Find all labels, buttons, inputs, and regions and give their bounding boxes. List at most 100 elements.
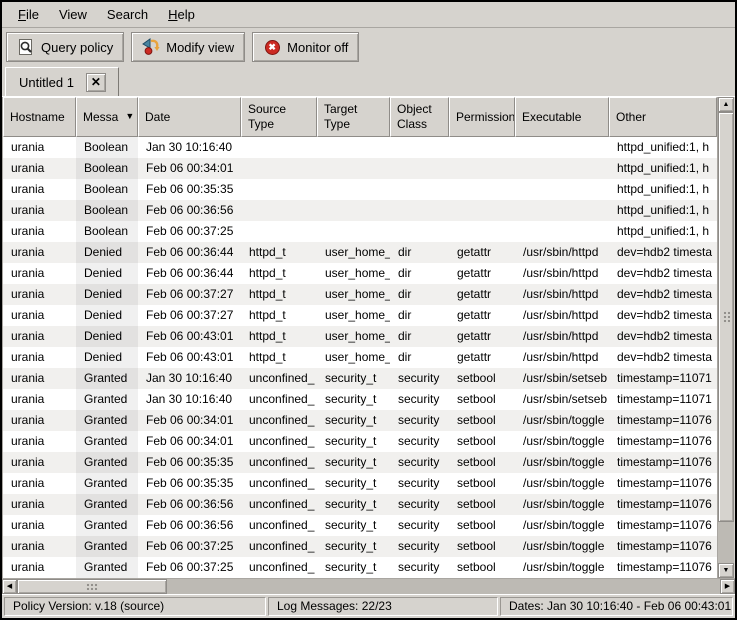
- table-row[interactable]: urania Denied Feb 06 00:37:27 httpd_t us…: [3, 284, 717, 305]
- log-view: Hostname Messa▼ Date Source Type Target …: [2, 97, 735, 578]
- monitor-off-button[interactable]: ✖ Monitor off: [252, 32, 359, 62]
- tab-untitled-1[interactable]: Untitled 1 ✕: [5, 67, 119, 96]
- scroll-up-button[interactable]: ▲: [718, 97, 734, 112]
- query-policy-button[interactable]: Query policy: [6, 32, 124, 62]
- vertical-scrollbar-thumb[interactable]: [718, 112, 734, 522]
- cell-date: Feb 06 00:37:25: [138, 557, 241, 578]
- column-header-message[interactable]: Messa▼: [76, 97, 138, 137]
- table-row[interactable]: urania Granted Feb 06 00:37:25 unconfine…: [3, 536, 717, 557]
- column-header-hostname[interactable]: Hostname: [3, 97, 76, 137]
- table-row[interactable]: urania Granted Jan 30 10:16:40 unconfine…: [3, 389, 717, 410]
- menu-view[interactable]: View: [49, 4, 97, 25]
- column-header-executable[interactable]: Executable: [515, 97, 609, 137]
- table-row[interactable]: urania Boolean Jan 30 10:16:40 httpd_uni…: [3, 137, 717, 158]
- cell-object-class: security: [390, 368, 449, 389]
- cell-other: httpd_unified:1, h: [609, 179, 717, 200]
- cell-other: dev=hdb2 timesta: [609, 347, 717, 368]
- cell-date: Feb 06 00:37:25: [138, 221, 241, 242]
- table-row[interactable]: urania Granted Feb 06 00:35:35 unconfine…: [3, 473, 717, 494]
- arrow-down-icon: ▼: [723, 567, 730, 574]
- toolbar: Query policy Modify view ✖ Monitor off: [2, 28, 735, 66]
- table-row[interactable]: urania Granted Feb 06 00:35:35 unconfine…: [3, 452, 717, 473]
- cell-date: Feb 06 00:36:56: [138, 494, 241, 515]
- cell-message: Granted: [76, 410, 138, 431]
- cell-hostname: urania: [3, 263, 76, 284]
- cell-target-type: security_t: [317, 473, 390, 494]
- column-header-source-type[interactable]: Source Type: [241, 97, 317, 137]
- table-row[interactable]: urania Granted Jan 30 10:16:40 unconfine…: [3, 368, 717, 389]
- horizontal-scrollbar-thumb[interactable]: [17, 579, 167, 594]
- horizontal-scrollbar-track[interactable]: [17, 579, 720, 594]
- cell-other: timestamp=11076: [609, 557, 717, 578]
- scroll-left-button[interactable]: ◀: [2, 579, 17, 594]
- table-row[interactable]: urania Denied Feb 06 00:43:01 httpd_t us…: [3, 347, 717, 368]
- cell-hostname: urania: [3, 431, 76, 452]
- table-row[interactable]: urania Granted Feb 06 00:37:25 unconfine…: [3, 557, 717, 578]
- cell-executable: /usr/sbin/toggle: [515, 557, 609, 578]
- cell-message: Boolean: [76, 137, 138, 158]
- cell-executable: /usr/sbin/toggle: [515, 515, 609, 536]
- cell-date: Feb 06 00:36:44: [138, 263, 241, 284]
- app-window: { "menubar": { "items": [ { "u": "F", "r…: [0, 0, 737, 620]
- vertical-scrollbar-track[interactable]: [718, 112, 734, 563]
- menu-help[interactable]: Help: [158, 4, 205, 25]
- cell-target-type: user_home_: [317, 263, 390, 284]
- table-row[interactable]: urania Denied Feb 06 00:36:44 httpd_t us…: [3, 242, 717, 263]
- cell-hostname: urania: [3, 200, 76, 221]
- cell-object-class: security: [390, 473, 449, 494]
- table-row[interactable]: urania Boolean Feb 06 00:34:01 httpd_uni…: [3, 158, 717, 179]
- cell-hostname: urania: [3, 158, 76, 179]
- cell-hostname: urania: [3, 410, 76, 431]
- column-header-other[interactable]: Other: [609, 97, 717, 137]
- table-row[interactable]: urania Denied Feb 06 00:36:44 httpd_t us…: [3, 263, 717, 284]
- cell-object-class: [390, 179, 449, 200]
- modify-view-button[interactable]: Modify view: [131, 32, 245, 62]
- cell-other: timestamp=11076: [609, 410, 717, 431]
- arrow-up-icon: ▲: [723, 101, 730, 108]
- cell-hostname: urania: [3, 179, 76, 200]
- cell-source-type: unconfined_: [241, 494, 317, 515]
- cell-other: dev=hdb2 timesta: [609, 263, 717, 284]
- cell-target-type: security_t: [317, 389, 390, 410]
- table-row[interactable]: urania Granted Feb 06 00:36:56 unconfine…: [3, 494, 717, 515]
- cell-date: Feb 06 00:37:27: [138, 284, 241, 305]
- column-header-target-type[interactable]: Target Type: [317, 97, 390, 137]
- cell-object-class: security: [390, 515, 449, 536]
- cell-message: Granted: [76, 452, 138, 473]
- menu-file[interactable]: File: [8, 4, 49, 25]
- vertical-scrollbar[interactable]: ▲ ▼: [717, 97, 734, 578]
- cell-object-class: [390, 158, 449, 179]
- cell-message: Granted: [76, 515, 138, 536]
- cell-message: Granted: [76, 536, 138, 557]
- scroll-down-button[interactable]: ▼: [718, 563, 734, 578]
- table-row[interactable]: urania Granted Feb 06 00:36:56 unconfine…: [3, 515, 717, 536]
- cell-other: timestamp=11076: [609, 536, 717, 557]
- cell-other: dev=hdb2 timesta: [609, 305, 717, 326]
- horizontal-scrollbar[interactable]: ◀ ▶: [2, 578, 735, 594]
- table-row[interactable]: urania Denied Feb 06 00:37:27 httpd_t us…: [3, 305, 717, 326]
- cell-executable: /usr/sbin/setseb: [515, 368, 609, 389]
- column-header-object-class[interactable]: Object Class: [390, 97, 449, 137]
- table-row[interactable]: urania Denied Feb 06 00:43:01 httpd_t us…: [3, 326, 717, 347]
- table-row[interactable]: urania Boolean Feb 06 00:35:35 httpd_uni…: [3, 179, 717, 200]
- column-header-permission[interactable]: Permission: [449, 97, 515, 137]
- cell-source-type: unconfined_: [241, 473, 317, 494]
- table-row[interactable]: urania Granted Feb 06 00:34:01 unconfine…: [3, 410, 717, 431]
- menu-search[interactable]: Search: [97, 4, 158, 25]
- cell-source-type: httpd_t: [241, 284, 317, 305]
- cell-permission: setbool: [449, 473, 515, 494]
- cell-hostname: urania: [3, 326, 76, 347]
- table-row[interactable]: urania Boolean Feb 06 00:37:25 httpd_uni…: [3, 221, 717, 242]
- cell-permission: [449, 221, 515, 242]
- cell-object-class: dir: [390, 284, 449, 305]
- tab-close-button[interactable]: ✕: [86, 73, 106, 92]
- table-row[interactable]: urania Granted Feb 06 00:34:01 unconfine…: [3, 431, 717, 452]
- arrow-right-icon: ▶: [725, 583, 730, 590]
- cell-object-class: security: [390, 557, 449, 578]
- cell-hostname: urania: [3, 137, 76, 158]
- table-row[interactable]: urania Boolean Feb 06 00:36:56 httpd_uni…: [3, 200, 717, 221]
- cell-other: timestamp=11076: [609, 452, 717, 473]
- column-header-date[interactable]: Date: [138, 97, 241, 137]
- tab-label: Untitled 1: [19, 75, 74, 90]
- scroll-right-button[interactable]: ▶: [720, 579, 735, 594]
